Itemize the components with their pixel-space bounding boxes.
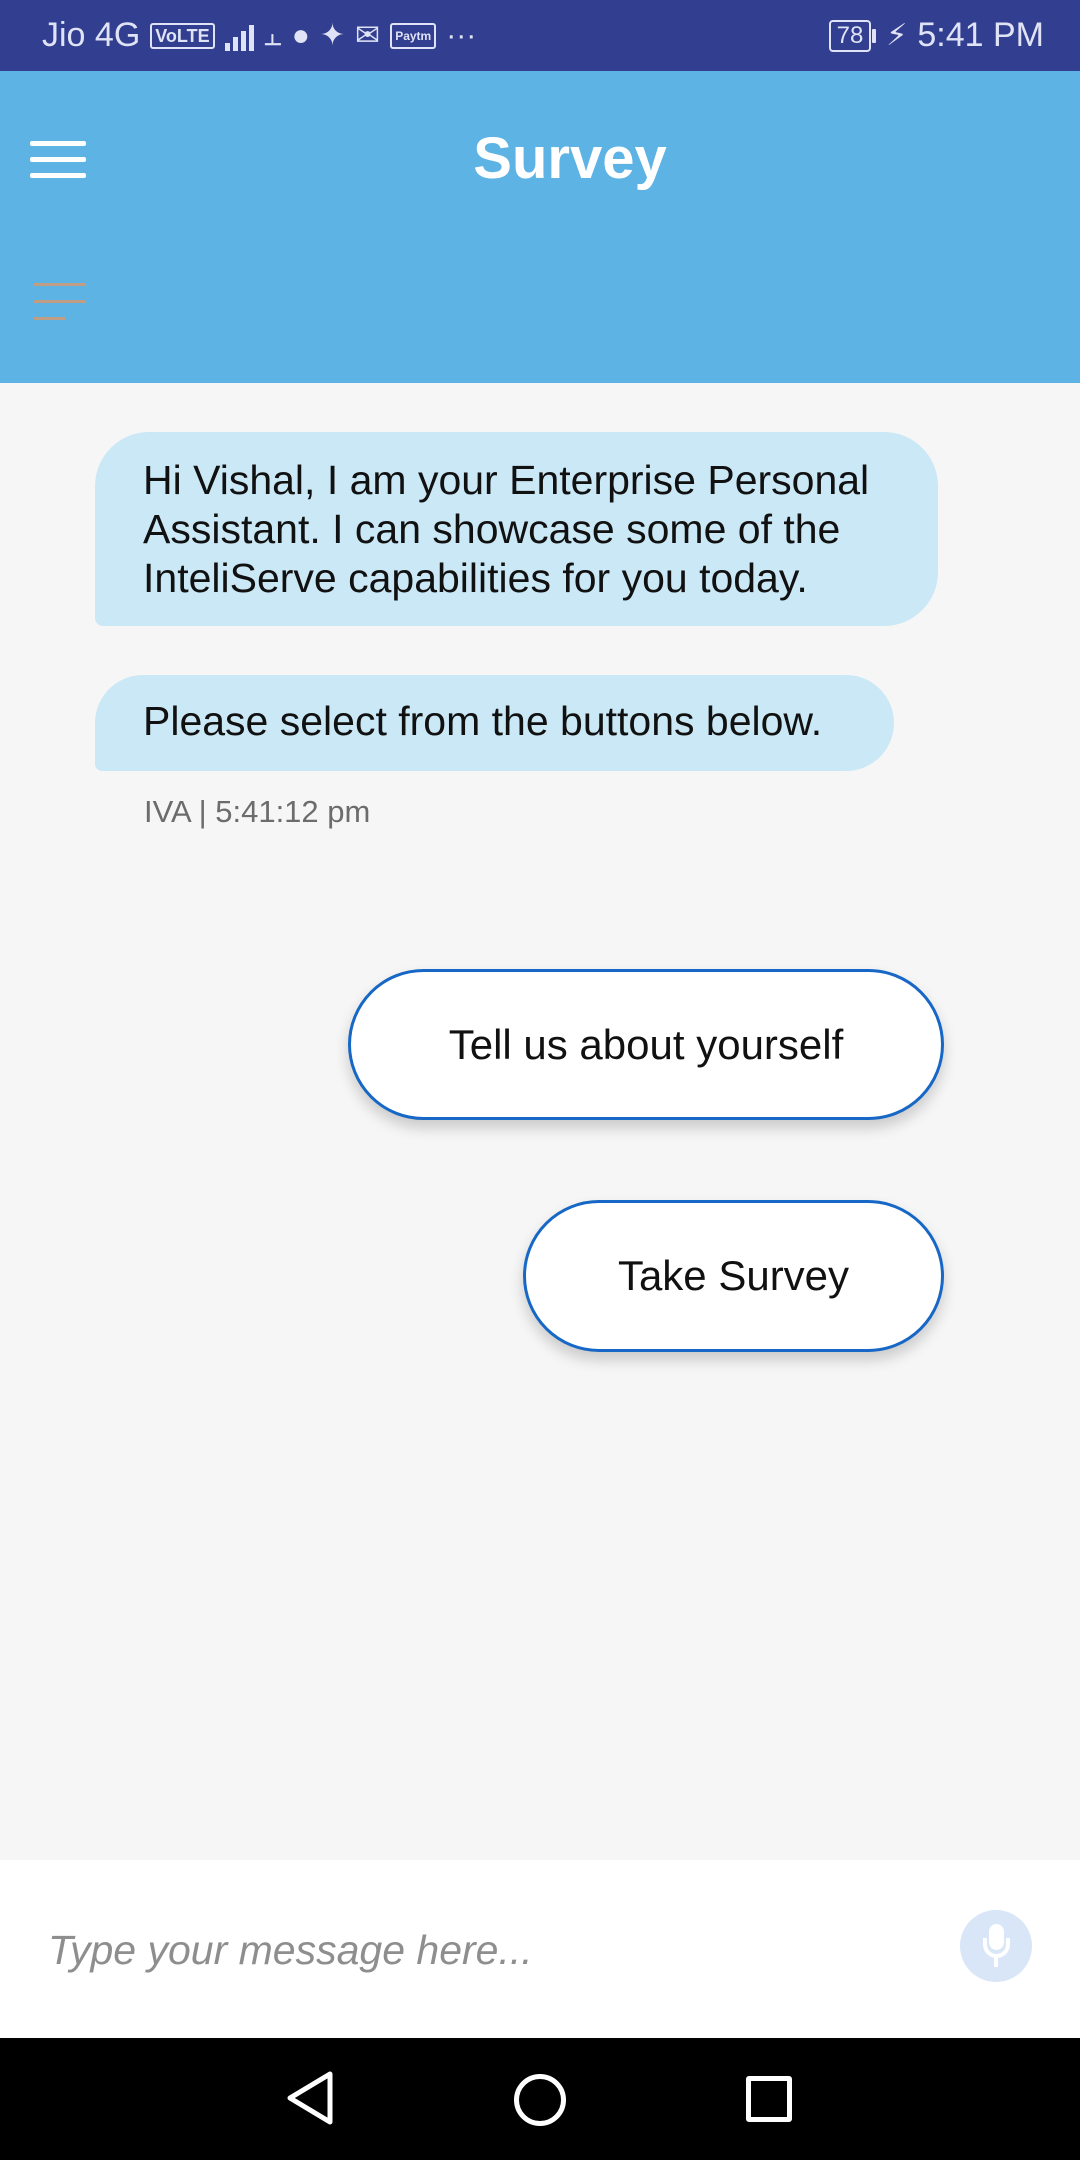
message-composer <box>0 1860 1080 2038</box>
mail-icon: ✉ <box>355 18 381 52</box>
battery-level: 78 <box>828 19 872 52</box>
back-icon[interactable] <box>284 2070 336 2126</box>
paytm-icon: Paytm <box>390 22 437 49</box>
charging-icon: ⚡ <box>886 18 908 52</box>
status-bar: Jio 4G VoLTE ⫠ ● ✦ ✉ Paytm ··· 78 ⚡ 5:41… <box>0 0 1080 71</box>
status-bar-left: Jio 4G VoLTE ⫠ ● ✦ ✉ Paytm ··· <box>42 16 476 55</box>
clock: 5:41 PM <box>917 16 1044 54</box>
take-survey-button[interactable]: Take Survey <box>523 1200 944 1352</box>
message-meta: IVA | 5:41:12 pm <box>144 794 371 829</box>
home-icon[interactable] <box>514 2074 566 2126</box>
microphone-icon[interactable] <box>960 1910 1032 1982</box>
assistant-message: Hi Vishal, I am your Enterprise Personal… <box>95 432 938 626</box>
twitter-icon: ✦ <box>319 18 346 52</box>
message-icon: ● <box>291 18 310 52</box>
assistant-message: Please select from the buttons below. <box>95 675 894 771</box>
system-nav-bar <box>0 2038 1080 2160</box>
usb-icon: ⫠ <box>263 18 282 52</box>
tell-us-about-yourself-button[interactable]: Tell us about yourself <box>348 969 944 1120</box>
more-notifications-icon: ··· <box>446 18 477 52</box>
recent-apps-icon[interactable] <box>746 2076 792 2122</box>
brand-logo <box>34 283 86 331</box>
battery-icon: 78 <box>828 19 877 52</box>
carrier-label: Jio 4G <box>42 16 141 54</box>
status-bar-right: 78 ⚡ 5:41 PM <box>828 16 1044 55</box>
app-bar: Survey <box>0 71 1080 383</box>
volte-badge: VoLTE <box>150 22 215 49</box>
signal-icon <box>224 21 254 51</box>
message-input[interactable] <box>48 1910 908 1990</box>
page-title: Survey <box>473 126 667 191</box>
